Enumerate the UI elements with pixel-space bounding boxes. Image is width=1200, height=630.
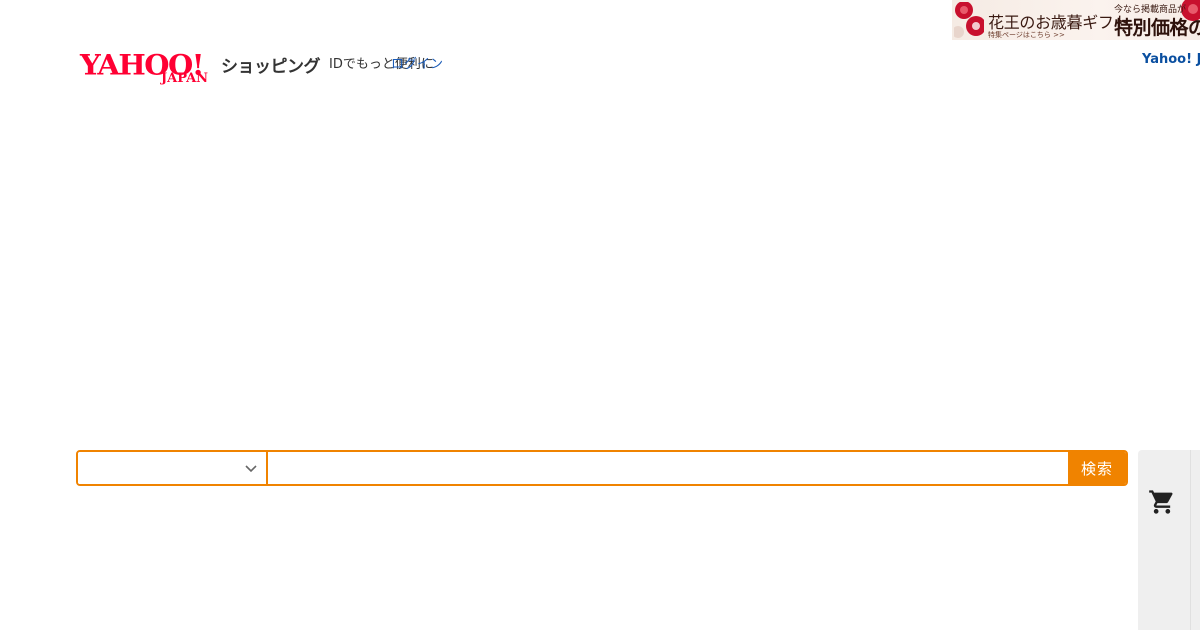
cart-icon xyxy=(1149,490,1173,514)
promo-link[interactable]: 特集ページはこちら >> xyxy=(988,30,1065,40)
flower-decoration-icon xyxy=(954,2,984,38)
promo-price-text: 特別価格の xyxy=(1114,17,1200,39)
search-button[interactable]: 検索 xyxy=(1068,452,1126,484)
yahoo-japan-link[interactable]: Yahoo! JAPAN xyxy=(1142,52,1200,67)
promo-banner[interactable]: 花王のお歳暮ギフト 今なら掲載商品が 特別価格の 特集ページはこちら >> xyxy=(952,0,1200,40)
page: 花王のお歳暮ギフト 今なら掲載商品が 特別価格の 特集ページはこちら >> YA… xyxy=(0,0,1200,630)
search-input[interactable] xyxy=(268,452,1070,484)
service-name[interactable]: ショッピング xyxy=(221,52,321,77)
cart-panel-edge xyxy=(1190,450,1191,630)
logo-sub-text: JAPAN xyxy=(161,71,209,86)
search-bar: 検索 xyxy=(76,450,1128,486)
yahoo-logo[interactable]: YAHOO! JAPAN xyxy=(80,48,220,92)
login-link[interactable]: ログイン xyxy=(391,53,443,72)
chevron-down-icon xyxy=(245,465,257,473)
category-select[interactable] xyxy=(78,452,268,484)
